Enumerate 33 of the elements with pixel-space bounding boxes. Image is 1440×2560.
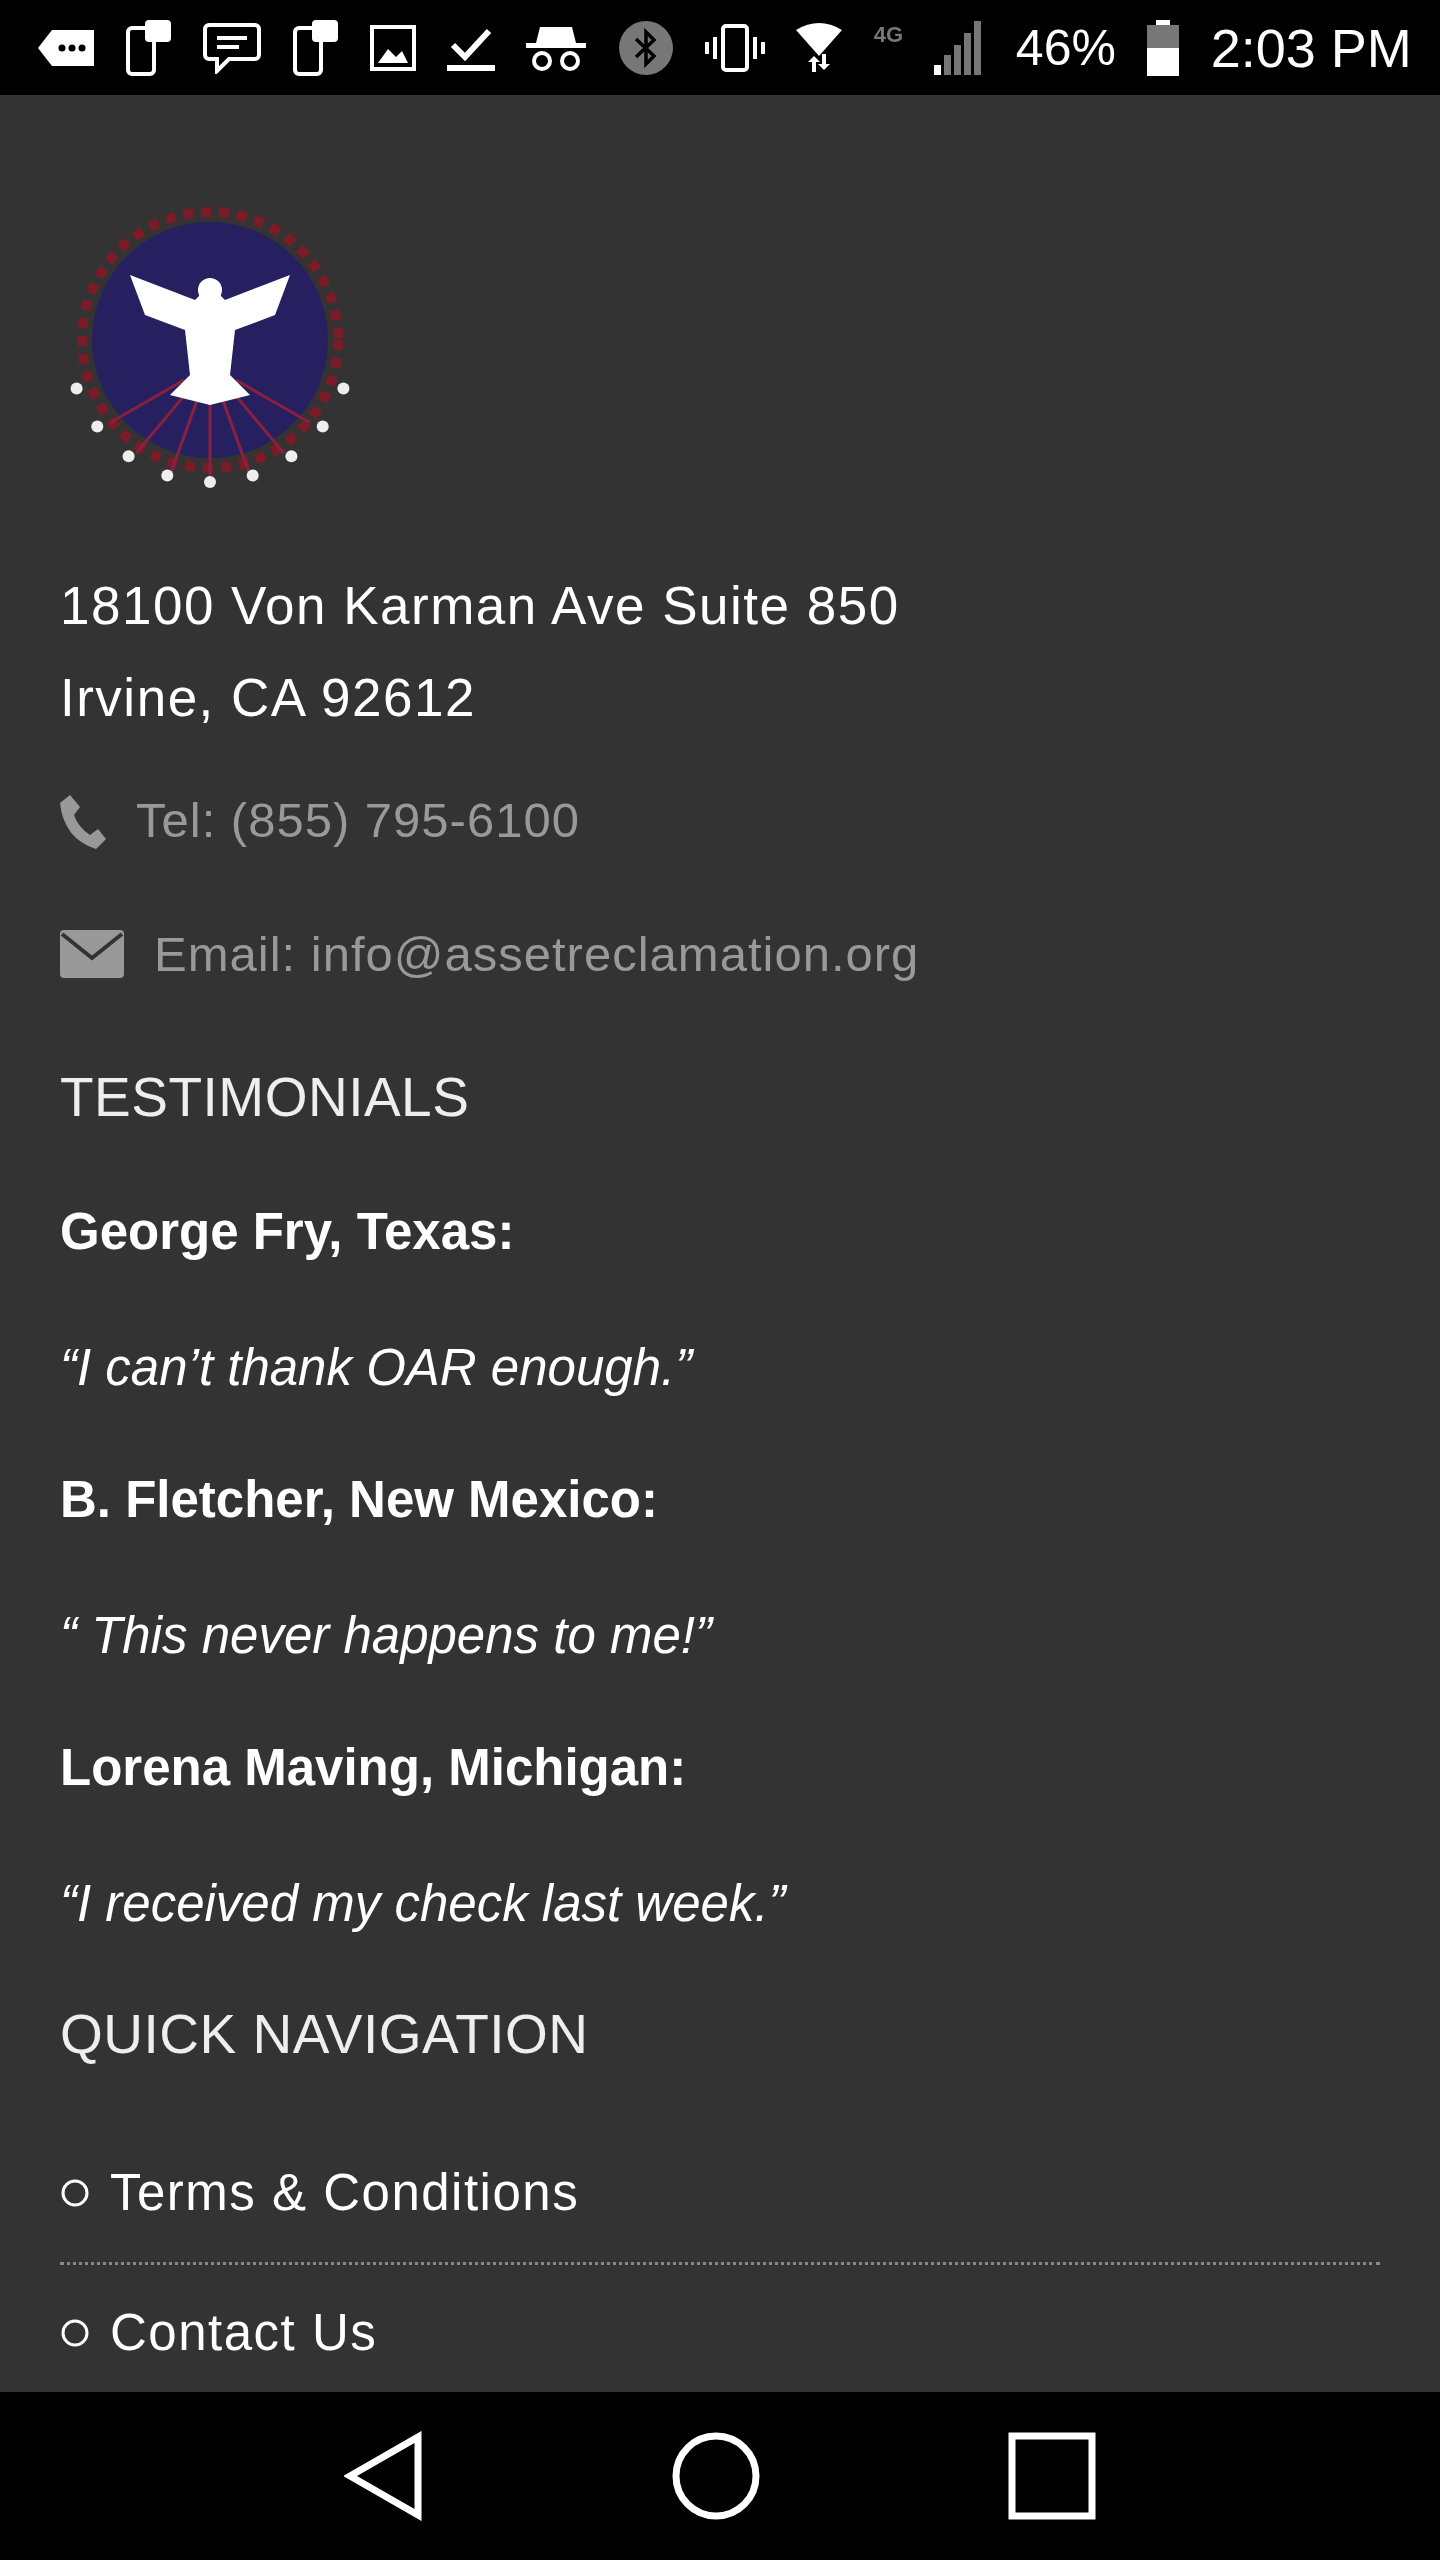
- circle-bullet-icon: [60, 2178, 90, 2209]
- phone-id-icon: [125, 19, 172, 76]
- nav-link[interactable]: Contact Us: [60, 2294, 1380, 2371]
- recent-apps-icon[interactable]: [1008, 2432, 1097, 2520]
- testimonial-quote: “I received my check last week.”: [60, 1874, 789, 1934]
- address-line: Irvine, CA 92612: [60, 667, 477, 729]
- testimonial-quote: “I can’t thank OAR enough.”: [60, 1338, 695, 1398]
- testimonial-author: George Fry, Texas:: [60, 1201, 516, 1262]
- phone-text: Tel: (855) 795-6100: [136, 792, 580, 849]
- chat-bubble-icon: [202, 21, 261, 74]
- network-type: 4G: [873, 21, 904, 49]
- phone-icon: [60, 792, 106, 849]
- vibrate-icon: [705, 22, 765, 73]
- circle-bullet-icon: [60, 2317, 90, 2348]
- testimonial-quote: “ This never happens to me!”: [60, 1606, 715, 1666]
- clock-time: 2:03 PM: [1210, 20, 1412, 75]
- home-icon[interactable]: [671, 2431, 761, 2521]
- battery-icon: [1147, 19, 1180, 76]
- email-text: Email: info@assetreclamation.org: [154, 925, 920, 983]
- section-heading: TESTIMONIALS: [60, 1065, 471, 1130]
- back-icon[interactable]: [343, 2431, 424, 2521]
- testimonial-author: Lorena Maving, Michigan:: [60, 1737, 688, 1798]
- testimonial-author: B. Fletcher, New Mexico:: [60, 1469, 659, 1530]
- wifi-icon: [796, 21, 843, 74]
- section-heading: QUICK NAVIGATION: [60, 2001, 590, 2067]
- notification-dots-icon: [38, 27, 94, 68]
- image-icon: [369, 24, 416, 71]
- envelope-icon: [60, 930, 124, 979]
- battery-percent: 46%: [1015, 22, 1116, 73]
- address-line: 18100 Von Karman Ave Suite 850: [60, 575, 901, 637]
- phone-id-icon: [292, 19, 339, 76]
- bluetooth-icon: [617, 19, 674, 76]
- nav-link[interactable]: Terms & Conditions: [60, 2155, 1380, 2232]
